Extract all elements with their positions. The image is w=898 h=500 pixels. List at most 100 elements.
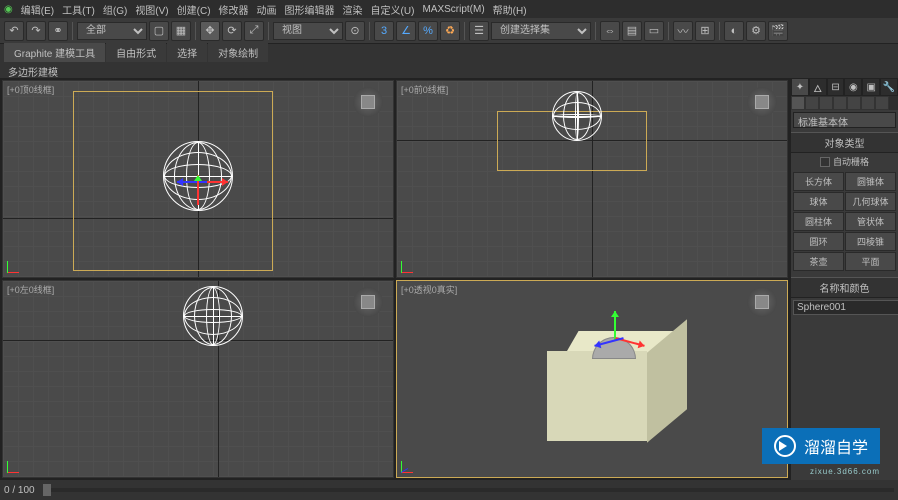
mirror-icon[interactable]: ⇔ [600, 21, 620, 41]
menu-view[interactable]: 视图(V) [135, 2, 168, 17]
viewcube[interactable] [747, 87, 777, 117]
menu-tools[interactable]: 工具(T) [62, 2, 95, 17]
snap-icon[interactable]: 3 [374, 21, 394, 41]
menu-create[interactable]: 创建(C) [177, 2, 211, 17]
menu-bar: ◉ 编辑(E) 工具(T) 组(G) 视图(V) 创建(C) 修改器 动画 图形… [0, 0, 898, 18]
viewport-persp-label: [+0透视0真实] [401, 283, 457, 296]
viewport-top-label: [+0顶0线框] [7, 83, 54, 96]
viewcube[interactable] [353, 287, 383, 317]
utilities-tab-icon[interactable]: 🔧 [880, 78, 898, 96]
align-icon[interactable]: ▤ [622, 21, 642, 41]
gizmo-z-axis[interactable] [177, 181, 207, 183]
layer-icon[interactable]: ▭ [644, 21, 664, 41]
motion-tab-icon[interactable]: ◉ [844, 78, 862, 96]
menu-render[interactable]: 渲染 [343, 2, 363, 17]
viewport-left[interactable]: [+0左0线框] [2, 280, 394, 478]
menu-animation[interactable]: 动画 [257, 2, 277, 17]
autogrid-label: 自动栅格 [833, 155, 869, 168]
link-icon[interactable]: ⚭ [48, 21, 68, 41]
ribbon-tabs: Graphite 建模工具 自由形式 选择 对象绘制 [0, 44, 898, 62]
main-toolbar: ↶ ↷ ⚭ 全部 ▢ ▦ ✥ ⟳ ⤢ 视图 ⊙ 3 ∠ % ♻ ☰ 创建选择集 … [0, 18, 898, 44]
select-icon[interactable]: ▢ [149, 21, 169, 41]
viewport-front[interactable]: [+0前0线框] [396, 80, 788, 278]
viewcube[interactable] [353, 87, 383, 117]
selection-filter[interactable]: 全部 [77, 22, 147, 40]
timeline-slider[interactable] [43, 488, 894, 492]
watermark: 溜溜自学 [762, 428, 880, 464]
spacewarps-icon[interactable] [861, 96, 875, 110]
tab-selection[interactable]: 选择 [167, 43, 207, 62]
torus-button[interactable]: 圆环 [793, 232, 844, 251]
ribbon-sublabel: 多边形建模 [0, 62, 898, 78]
ref-coord[interactable]: 视图 [273, 22, 343, 40]
menu-graph[interactable]: 图形编辑器 [285, 2, 335, 17]
gizmo-z-axis[interactable] [594, 337, 623, 347]
display-tab-icon[interactable]: ▣ [862, 78, 880, 96]
tube-button[interactable]: 管状体 [845, 212, 896, 231]
object-type-header[interactable]: 对象类型 [791, 132, 898, 153]
play-icon [774, 435, 796, 457]
rotate-icon[interactable]: ⟳ [222, 21, 242, 41]
cone-button[interactable]: 圆锥体 [845, 172, 896, 191]
scale-icon[interactable]: ⤢ [244, 21, 264, 41]
named-sel-icon[interactable]: ☰ [469, 21, 489, 41]
cameras-icon[interactable] [833, 96, 847, 110]
plane-button[interactable]: 平面 [845, 252, 896, 271]
viewport-left-label: [+0左0线框] [7, 283, 54, 296]
modify-tab-icon[interactable]: 🜂 [809, 78, 827, 96]
menu-help[interactable]: 帮助(H) [493, 2, 527, 17]
curve-editor-icon[interactable]: 〰 [673, 21, 693, 41]
hierarchy-tab-icon[interactable]: ⊟ [827, 78, 845, 96]
viewport-grid: [+0顶0线框] [+0前0线框] [+0左0线框] [0, 78, 790, 480]
shapes-icon[interactable] [805, 96, 819, 110]
cylinder-button[interactable]: 圆柱体 [793, 212, 844, 231]
helpers-icon[interactable] [847, 96, 861, 110]
tab-freeform[interactable]: 自由形式 [106, 43, 166, 62]
center-icon[interactable]: ⊙ [345, 21, 365, 41]
menu-modifiers[interactable]: 修改器 [219, 2, 249, 17]
teapot-button[interactable]: 茶壶 [793, 252, 844, 271]
command-panel: ✦ 🜂 ⊟ ◉ ▣ 🔧 标准基本体 对象类型 自动栅格 长方体 圆锥体 [790, 78, 898, 480]
viewport-top[interactable]: [+0顶0线框] [2, 80, 394, 278]
create-tab-icon[interactable]: ✦ [791, 78, 809, 96]
menu-group[interactable]: 组(G) [103, 2, 127, 17]
box-button[interactable]: 长方体 [793, 172, 844, 191]
schematic-icon[interactable]: ⊞ [695, 21, 715, 41]
viewport-front-label: [+0前0线框] [401, 83, 448, 96]
render-setup-icon[interactable]: ⚙ [746, 21, 766, 41]
menu-edit[interactable]: 编辑(E) [21, 2, 54, 17]
undo-icon[interactable]: ↶ [4, 21, 24, 41]
lights-icon[interactable] [819, 96, 833, 110]
mini-axis-icon [7, 453, 27, 473]
tab-paint[interactable]: 对象绘制 [208, 43, 268, 62]
redo-icon[interactable]: ↷ [26, 21, 46, 41]
app-icon[interactable]: ◉ [4, 4, 13, 15]
render-icon[interactable]: 🎬 [768, 21, 788, 41]
menu-maxscript[interactable]: MAXScript(M) [422, 4, 484, 15]
viewport-perspective[interactable]: [+0透视0真实] [396, 280, 788, 478]
mini-axis-icon [401, 453, 421, 473]
object-name-input[interactable] [793, 300, 898, 315]
timeline-bar: 0 / 100 [0, 480, 898, 500]
percent-snap-icon[interactable]: % [418, 21, 438, 41]
geosphere-button[interactable]: 几何球体 [845, 192, 896, 211]
systems-icon[interactable] [875, 96, 889, 110]
name-color-header[interactable]: 名称和颜色 [791, 277, 898, 298]
select-name-icon[interactable]: ▦ [171, 21, 191, 41]
mini-axis-icon [401, 253, 421, 273]
gizmo-y-axis[interactable] [197, 175, 199, 205]
angle-snap-icon[interactable]: ∠ [396, 21, 416, 41]
pyramid-button[interactable]: 四棱锥 [845, 232, 896, 251]
named-selection-set[interactable]: 创建选择集 [491, 22, 591, 40]
autogrid-checkbox[interactable] [820, 157, 830, 167]
viewcube[interactable] [747, 287, 777, 317]
tab-graphite[interactable]: Graphite 建模工具 [4, 43, 105, 62]
move-icon[interactable]: ✥ [200, 21, 220, 41]
mini-axis-icon [7, 253, 27, 273]
material-icon[interactable]: ◐ [724, 21, 744, 41]
geometry-icon[interactable] [791, 96, 805, 110]
sphere-button[interactable]: 球体 [793, 192, 844, 211]
primitive-category[interactable]: 标准基本体 [793, 112, 896, 128]
spinner-snap-icon[interactable]: ♻ [440, 21, 460, 41]
menu-custom[interactable]: 自定义(U) [371, 2, 415, 17]
